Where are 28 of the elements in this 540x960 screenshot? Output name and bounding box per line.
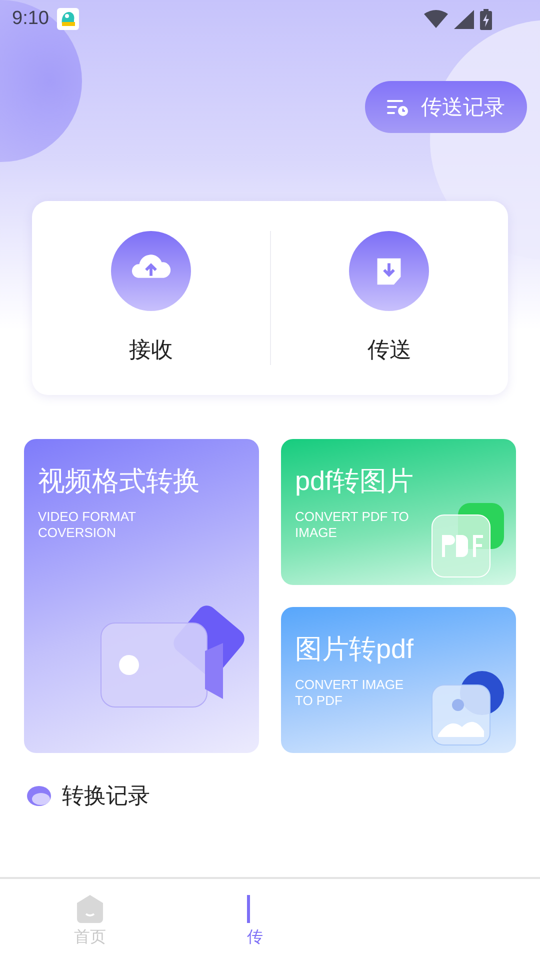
file-download-icon[interactable] [348, 231, 430, 311]
feature-subtitle: CONVERT PDF TO IMAGE [295, 508, 409, 541]
wifi-icon [424, 10, 448, 28]
list-clock-icon [387, 98, 409, 116]
image-icon [430, 671, 506, 747]
battery-icon [480, 8, 492, 30]
video-camera-icon [99, 603, 247, 709]
app-icon [56, 8, 79, 30]
home-icon [77, 895, 103, 923]
section-heading: 转换记录 [62, 782, 150, 810]
feature-title: 图片转pdf [295, 635, 414, 665]
feature-title: pdf转图片 [295, 467, 414, 497]
transfer-record-button[interactable]: 传送记录 [365, 81, 527, 133]
pdf-icon [430, 503, 506, 579]
tab-icon [247, 895, 250, 923]
nav-tab[interactable]: 传 [180, 895, 360, 960]
signal-icon [454, 10, 474, 28]
feature-card[interactable]: 视频格式转换 VIDEO FORMAT COVERSION [24, 439, 259, 753]
feature-subtitle: VIDEO FORMAT COVERSION [38, 508, 136, 541]
action-label[interactable]: 接收 [128, 335, 173, 365]
cloud-upload-icon[interactable] [110, 231, 192, 311]
feature-title: 视频格式转换 [38, 467, 200, 497]
action-label[interactable]: 传送 [367, 335, 412, 365]
status-time: 9:10 [12, 8, 49, 30]
feature-card[interactable]: 图片转pdf CONVERT IMAGE TO PDF [281, 607, 516, 753]
feature-card[interactable]: pdf转图片 CONVERT PDF TO IMAGE [281, 439, 516, 585]
blob-icon [26, 785, 52, 807]
feature-subtitle: CONVERT IMAGE TO PDF [295, 676, 404, 709]
